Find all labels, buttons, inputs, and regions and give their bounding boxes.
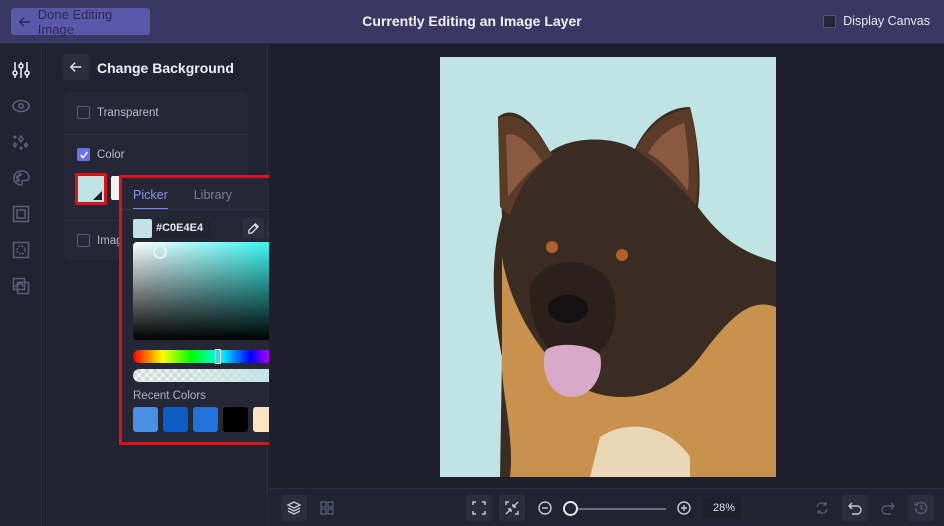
tab-library[interactable]: Library bbox=[194, 188, 232, 210]
top-bar: Done Editing Image Currently Editing an … bbox=[0, 0, 944, 44]
picker-tabs: Picker Library bbox=[133, 188, 232, 210]
layers-icon bbox=[286, 501, 302, 515]
divider bbox=[64, 134, 248, 135]
hex-preview-swatch bbox=[133, 219, 152, 238]
recent-color-swatch[interactable] bbox=[163, 407, 188, 432]
eye-icon[interactable] bbox=[11, 96, 31, 116]
color-label: Color bbox=[97, 148, 125, 161]
tab-picker[interactable]: Picker bbox=[133, 188, 168, 210]
check-icon bbox=[79, 151, 88, 159]
zoom-out-button[interactable] bbox=[532, 495, 558, 521]
history-icon bbox=[914, 501, 928, 515]
grid-view-icon bbox=[320, 501, 334, 515]
grid-view-button[interactable] bbox=[314, 495, 340, 521]
arrow-left-icon bbox=[69, 62, 82, 72]
zoom-in-button[interactable] bbox=[671, 495, 697, 521]
layers-button[interactable] bbox=[281, 495, 307, 521]
recent-color-swatch[interactable] bbox=[133, 407, 158, 432]
undo-button[interactable] bbox=[842, 495, 868, 521]
shrink-button[interactable] bbox=[499, 495, 525, 521]
refresh-button[interactable] bbox=[809, 495, 835, 521]
undo-icon bbox=[848, 502, 862, 515]
display-canvas-label: Display Canvas bbox=[843, 14, 930, 28]
hex-input[interactable]: #C0E4E4 bbox=[153, 219, 211, 238]
zoom-slider-track[interactable] bbox=[570, 508, 666, 510]
display-canvas-toggle[interactable]: Display Canvas bbox=[823, 14, 930, 28]
refresh-icon bbox=[816, 502, 828, 514]
dog-nose bbox=[548, 295, 588, 323]
page-title: Currently Editing an Image Layer bbox=[362, 13, 582, 29]
display-canvas-checkbox[interactable] bbox=[823, 14, 837, 28]
hue-handle[interactable] bbox=[215, 349, 221, 364]
canvas-area bbox=[269, 45, 944, 488]
option-color[interactable]: Color bbox=[77, 148, 124, 161]
sliders-icon[interactable] bbox=[11, 60, 31, 80]
bottom-toolbar: 28% bbox=[269, 488, 944, 526]
zoom-percent[interactable]: 28% bbox=[703, 497, 741, 519]
color-checkbox[interactable] bbox=[77, 148, 90, 161]
zoom-slider-thumb[interactable] bbox=[563, 501, 578, 516]
back-button[interactable] bbox=[63, 54, 89, 80]
eyedropper-button[interactable] bbox=[243, 218, 264, 239]
shrink-icon bbox=[505, 501, 519, 515]
palette-icon[interactable] bbox=[11, 168, 31, 188]
sv-handle[interactable] bbox=[153, 245, 167, 259]
minus-circle-icon bbox=[538, 501, 552, 515]
recent-colors-label: Recent Colors bbox=[133, 390, 206, 402]
dog-eye-right bbox=[616, 249, 628, 261]
frame-icon[interactable] bbox=[11, 204, 31, 224]
option-transparent[interactable]: Transparent bbox=[77, 106, 159, 119]
icon-rail bbox=[0, 45, 42, 526]
redo-icon bbox=[881, 502, 895, 515]
expand-icon bbox=[472, 501, 486, 515]
sparkles-icon[interactable] bbox=[11, 132, 31, 152]
transparent-checkbox[interactable] bbox=[77, 106, 90, 119]
current-color-swatch[interactable] bbox=[75, 173, 107, 205]
eyedropper-icon bbox=[248, 223, 259, 234]
fit-screen-button[interactable] bbox=[466, 495, 492, 521]
plus-circle-icon bbox=[677, 501, 691, 515]
dog-eye-left bbox=[546, 241, 558, 253]
panel-title: Change Background bbox=[97, 60, 234, 76]
image-layer[interactable] bbox=[440, 57, 776, 477]
dropdown-corner-icon bbox=[93, 191, 102, 200]
redo-button[interactable] bbox=[875, 495, 901, 521]
transparent-label: Transparent bbox=[97, 106, 159, 119]
recent-color-swatch[interactable] bbox=[223, 407, 248, 432]
image-checkbox[interactable] bbox=[77, 234, 90, 247]
recent-color-swatch[interactable] bbox=[193, 407, 218, 432]
dog-image bbox=[493, 107, 776, 477]
border-frame-icon[interactable] bbox=[11, 240, 31, 260]
layers-image-icon[interactable] bbox=[11, 276, 31, 296]
history-button[interactable] bbox=[908, 495, 934, 521]
alpha-slider[interactable] bbox=[133, 368, 283, 383]
